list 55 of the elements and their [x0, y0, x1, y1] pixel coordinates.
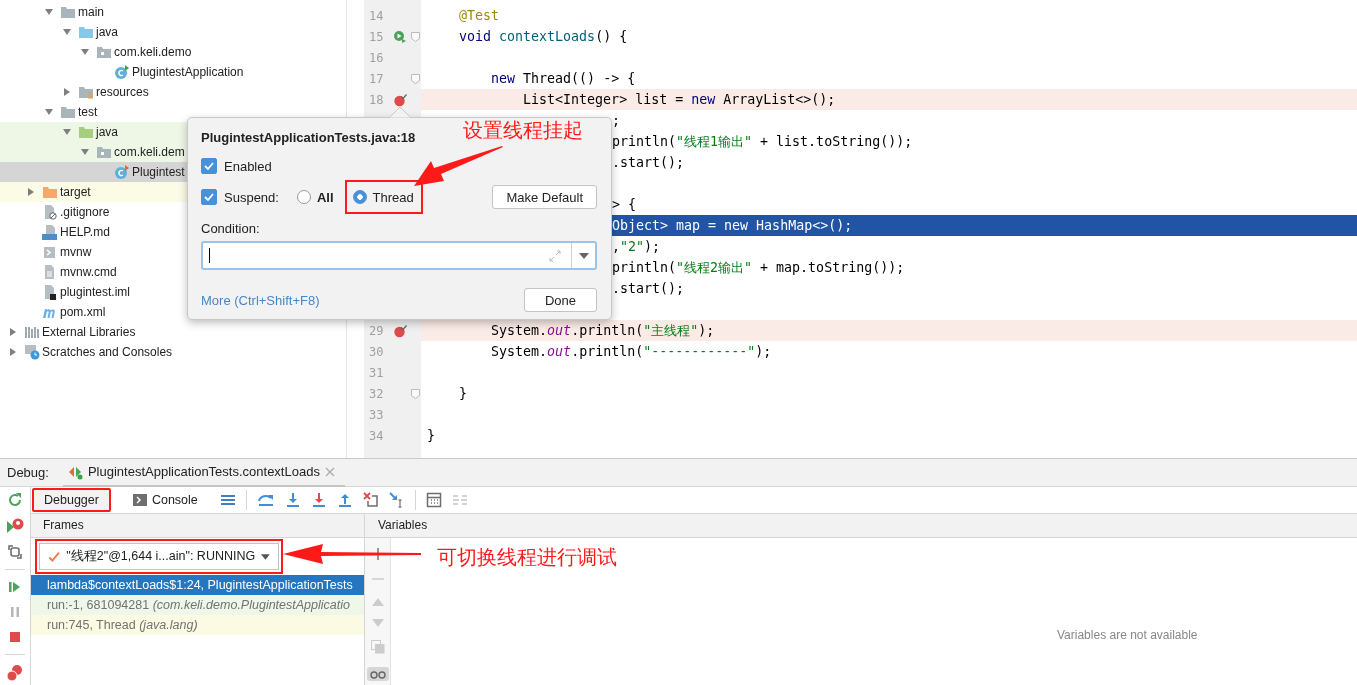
tree-item-label: Scratches and Consoles — [42, 345, 173, 359]
checkbox-label: Suspend: — [224, 189, 279, 205]
line-number: 18 — [368, 92, 385, 107]
tree-item-label: java — [96, 25, 118, 39]
tree-item-label: pom.xml — [60, 305, 106, 319]
tree-item-label: PlugintestApplication — [132, 65, 244, 79]
variables-header: Variables — [365, 514, 1357, 538]
tree-item-label: main — [78, 5, 104, 19]
code-line: List<Integer> list = new ArrayList<>(); — [522, 92, 836, 107]
code-line: void contextLoads() { — [458, 29, 628, 44]
tree-item-label: mvnw — [60, 245, 92, 259]
tree-item-label: resources — [96, 85, 149, 99]
line-number: 16 — [368, 50, 385, 65]
tree-item-label: com.keli.dem — [114, 145, 185, 159]
tree-item-label: plugintest.iml — [60, 285, 131, 299]
code-line: Object> map = new HashMap<>(); — [612, 218, 853, 233]
code-line: } — [458, 386, 468, 401]
tree-item-label: target — [60, 185, 91, 199]
code-line: } — [427, 428, 435, 443]
tree-item-label: Plugintest — [132, 165, 185, 179]
code-line: @Test — [458, 8, 500, 23]
line-number: 14 — [368, 8, 385, 23]
code-line: ; — [612, 113, 620, 128]
code-line: System.out.println("------------"); — [490, 344, 772, 359]
code-line: .start(); — [612, 155, 685, 170]
line-number: 31 — [368, 365, 385, 380]
code-line: println("线程1输出" + list.toString()); — [612, 134, 913, 149]
code-line: .start(); — [612, 281, 685, 296]
tree-item-label: com.keli.demo — [114, 45, 192, 59]
code-line: new Thread(() -> { — [490, 71, 636, 86]
tree-item-label: java — [96, 125, 118, 139]
line-number: 15 — [368, 29, 385, 44]
line-number: 29 — [368, 323, 385, 338]
line-number: 32 — [368, 386, 385, 401]
line-number: 33 — [368, 407, 385, 422]
tree-item-label: HELP.md — [60, 225, 110, 239]
empty-message: Variables are not available — [1057, 628, 1198, 642]
annotation-text: 设置线程挂起 — [463, 117, 583, 144]
tree-item-label: mvnw.cmd — [60, 265, 117, 279]
debug-label: Debug: — [6, 465, 50, 480]
line-number: 34 — [368, 428, 385, 443]
line-number: 30 — [368, 344, 385, 359]
radio-label: Thread — [372, 189, 414, 205]
code-line: > { — [612, 197, 637, 212]
radio-label: All — [316, 189, 334, 205]
line-number: 17 — [368, 71, 385, 86]
condition-label: Condition: — [201, 220, 261, 238]
tree-item-label: External Libraries — [42, 325, 136, 339]
tree-item-label: test — [78, 105, 98, 119]
tree-item-label: .gitignore — [60, 205, 110, 219]
frames-header: Frames — [31, 514, 364, 538]
code-line: System.out.println("主线程"); — [490, 323, 715, 338]
code-line: println("线程2输出" + map.toString()); — [612, 260, 905, 275]
annotation-text: 可切换线程进行调试 — [437, 544, 617, 571]
code-line: ,"2"); — [612, 239, 661, 254]
